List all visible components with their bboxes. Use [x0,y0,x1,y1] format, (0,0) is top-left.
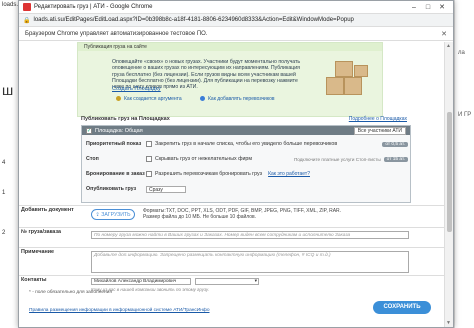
note-row: Примечание Добавьте доп.информацию. Запр… [19,247,445,275]
platforms-help-link[interactable]: Подробнее о Площадках [349,116,407,122]
stop-price-badge: от 15 ат. [383,156,408,162]
bg-item: 1 [2,190,6,196]
page-content: Публикация груза на сайте Оповещайте «св… [19,42,445,327]
format-info: Форматы:TXT, DOC, PPT, XLS, ODT, PDF, GI… [143,208,341,220]
row-text: Закрепить груз в начале списка, чтобы ег… [155,141,338,147]
maximize-icon[interactable]: □ [421,4,435,11]
stop-hint: Подключите платные услуги Стоп-листы [293,156,381,162]
upload-label: ЗАГРУЗИТЬ [101,212,131,218]
bg-item: 4 [2,160,6,166]
promo-link-argument[interactable]: Как создается аргумента [124,96,182,102]
row-key: Стоп [86,156,99,162]
platform-name: Площадка: Общая [95,127,143,134]
scroll-up-icon[interactable]: ▲ [446,43,451,49]
chevron-down-icon: ▾ [254,279,257,284]
info-icon [200,96,205,101]
all-members-select[interactable]: Все участники АТИ [353,126,406,135]
order-label: № груза/заказа [21,229,61,235]
infobar-close-icon[interactable]: ✕ [441,30,447,38]
automation-infobar: Браузером Chrome управляет автоматизиров… [19,27,453,41]
note-label: Примечание [21,249,55,255]
lock-icon: 🔒 [23,17,31,24]
promo-header: Публикация груза на сайте [78,43,382,51]
how-it-works-link[interactable]: Как это работает? [268,171,310,177]
upload-button[interactable]: ⇪ ЗАГРУЗИТЬ [91,209,135,220]
row-key: Бронирование в заказ [86,171,145,177]
contact-select[interactable]: ▾ [195,278,259,285]
contact-input[interactable]: Михайлов Александр Владимирович [91,278,191,285]
priority-checkbox[interactable] [146,141,152,147]
bg-item: И ГР [458,112,472,118]
rules-link[interactable]: Правила размещения информации в информац… [29,308,210,313]
order-row: № груза/заказа По номеру груза можно най… [19,227,445,247]
row-text: Разрешить перевозчикам бронировать груз [155,171,263,177]
platform-checkbox[interactable]: ✓ [86,127,92,134]
background-right-strip: ла И ГР [454,0,474,328]
promo-link-carriers[interactable]: Как добавлять перевозчиков [208,96,275,102]
window-title: Редактировать груз | АТИ - Google Chrome [34,4,153,10]
order-input[interactable]: По номеру груза можно найти в Ваших груз… [91,231,409,239]
promo-banner: Публикация груза на сайте Оповещайте «св… [77,42,383,117]
address-bar: 🔒 loads.ati.su/EditPages/EditLoad.aspx?I… [19,14,453,27]
contacts-label: Контакты [21,277,47,283]
booking-checkbox[interactable] [146,171,152,177]
title-bar: Редактировать груз | АТИ - Google Chrome… [19,1,453,14]
row-key: Опубликовать груз [86,186,137,192]
ati-logo-icon [23,3,31,11]
popup-window: Редактировать груз | АТИ - Google Chrome… [18,0,454,328]
scrollbar-thumb[interactable] [447,112,452,232]
minimize-icon[interactable]: – [407,4,421,11]
bg-item: ш [2,82,14,98]
note-textarea[interactable]: Добавьте доп.информацию. Запрещено разме… [91,251,409,273]
publish-label: Публиковать груз на Площадках [81,116,170,122]
scroll-down-icon[interactable]: ▼ [446,320,451,326]
publish-time-select[interactable]: Сразу [146,185,186,193]
create-platform-link[interactable]: Создать Площадку [112,86,161,92]
priority-row: Приоритетный показ Закрепить груз в нача… [84,138,408,150]
stop-row: Стоп Скрывать груз от нежелательных фирм… [84,153,408,165]
bg-item: 2 [2,230,6,236]
platform-panel-header: ✓ Площадка: Общая Все участники АТИ [82,126,410,135]
platform-panel: ✓ Площадка: Общая Все участники АТИ Прио… [81,125,411,203]
booking-row: Бронирование в заказ Разрешить перевозчи… [84,168,408,180]
bg-item: ла [458,50,465,56]
priority-price-badge: от 0,5 ат. [382,141,408,147]
close-icon[interactable]: ✕ [435,3,449,11]
required-note: * - поле обязательно для заполнения [29,290,112,295]
url-text[interactable]: loads.ati.su/EditPages/EditLoad.aspx?ID=… [33,17,353,23]
size-limit-text: Размер файла до 10 МБ. Не больше 10 файл… [143,214,257,220]
publish-time-row: Опубликовать груз Сразу [84,183,408,195]
save-button[interactable]: СОХРАНИТЬ [373,301,431,314]
scrollbar[interactable]: ▲ ▼ [444,42,453,327]
infobar-message: Браузером Chrome управляет автоматизиров… [25,30,208,37]
row-text: Скрывать груз от нежелательных фирм [155,156,253,162]
document-label: Добавить документ [21,207,74,213]
row-key: Приоритетный показ [86,141,142,147]
stop-checkbox[interactable] [146,156,152,162]
boxes-illustration-icon [322,55,374,101]
document-row: Добавить документ ⇪ ЗАГРУЗИТЬ Форматы:TX… [19,205,445,227]
coin-icon [116,96,121,101]
